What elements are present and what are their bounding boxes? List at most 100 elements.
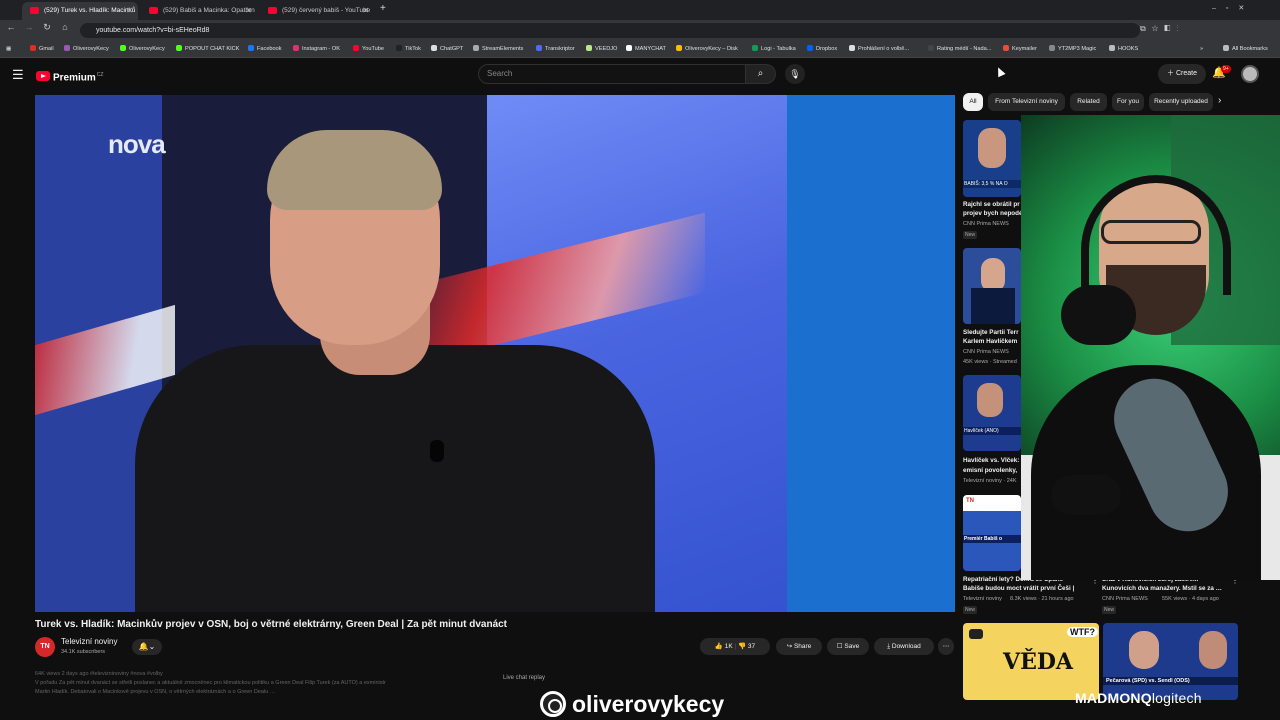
bookmark-youtube[interactable]: YouTube [353, 41, 384, 58]
close-tab-icon[interactable]: ✕ [126, 2, 133, 20]
related-title[interactable]: Rajchl se obrátil pr [963, 200, 1021, 209]
bookmark-rating[interactable]: Rating médií - Nada... [928, 41, 991, 58]
bookmark-oliverovykecy[interactable]: OliverovyKecy [64, 41, 109, 58]
video-player[interactable]: nova [35, 95, 955, 612]
subscription-bell-button[interactable]: 🔔⌄ [132, 639, 162, 655]
related-title[interactable]: Kunovicích dva manažery. Mstil se za … [1102, 584, 1228, 593]
bell-icon: 🔔 [138, 642, 149, 651]
reload-icon[interactable]: ↻ [40, 22, 54, 33]
hamburger-menu-icon[interactable]: ☰ [12, 67, 24, 83]
all-bookmarks[interactable]: All Bookmarks [1223, 41, 1268, 58]
save-button[interactable]: ☐ Save [827, 638, 869, 655]
related-channel[interactable]: CNN Prima NEWS [963, 349, 1021, 355]
search-input[interactable]: Search [478, 64, 746, 84]
bookmark-keymailer[interactable]: Keymailer [1003, 41, 1037, 58]
related-title[interactable]: Sledujte Partii Terr [963, 328, 1021, 337]
forward-icon[interactable]: → [22, 22, 36, 32]
bookmark-manychat[interactable]: MANYCHAT [626, 41, 666, 58]
chip-related[interactable]: Related [1070, 93, 1107, 111]
folder-icon [1223, 45, 1229, 51]
related-thumbnail[interactable]: Pečarová (SPD) vs. Sendl (ODS) [1103, 623, 1238, 700]
bookmark-transkriptor[interactable]: Transkriptor [536, 41, 575, 58]
bookmark-gmail[interactable]: Gmail [30, 41, 54, 58]
like-button[interactable]: 👍 1K [715, 643, 733, 650]
apps-icon[interactable]: ▦ [6, 41, 11, 58]
related-thumbnail[interactable]: VĚDA WTF? [963, 623, 1099, 700]
back-icon[interactable]: ← [4, 22, 18, 32]
close-tab-icon[interactable]: ✕ [245, 2, 252, 20]
bookmark-prohlaseni[interactable]: Prohlášení o volbě... [849, 41, 909, 58]
youtube-premium-logo[interactable]: PremiumCZ [36, 68, 104, 83]
user-avatar[interactable] [1241, 65, 1259, 83]
youtube-play-icon [36, 71, 50, 82]
related-title[interactable]: Babiše budou moct vrátit první Češi | [963, 584, 1089, 593]
google-drive-icon [676, 45, 682, 51]
bookmark-oliverovykecy-2[interactable]: OliverovyKecy [120, 41, 165, 58]
tab-label: (529) Turek vs. Hladík: Macinků [44, 7, 136, 14]
bookmark-tiktok[interactable]: TikTok [396, 41, 421, 58]
bookmark-streamelements[interactable]: StreamElements [473, 41, 523, 58]
chip-all[interactable]: All [963, 93, 983, 111]
more-bookmarks-icon[interactable]: » [1200, 41, 1203, 58]
chip-for-you[interactable]: For you [1112, 93, 1144, 111]
stream-watermark: oliverovykecy [540, 689, 724, 719]
bookmark-popout-chat[interactable]: POPOUT CHAT KICK [176, 41, 239, 58]
download-button[interactable]: ⤓ Download [874, 638, 934, 655]
voice-search-button[interactable]: 🎙 [785, 64, 805, 84]
extension-icons[interactable]: ⧉☆◧⋮ [1140, 24, 1184, 34]
related-thumbnail[interactable]: BABIŠ: 3,5 % NA O [963, 120, 1021, 197]
create-button[interactable]: ＋ Create [1158, 64, 1206, 84]
video-description[interactable]: 64K views 2 days ago #televizninoviny #n… [35, 670, 505, 720]
related-meta: 55K views · 4 days ago [1162, 596, 1219, 602]
person-thumbnail [1199, 631, 1227, 669]
thumbs-down-icon: 👎 [738, 643, 748, 650]
related-title[interactable]: emisní povolenky, [963, 466, 1021, 475]
country-code: CZ [96, 72, 104, 78]
bookmark-dropbox[interactable]: Dropbox [807, 41, 837, 58]
related-title[interactable]: Havlíček vs. Vlček: [963, 456, 1021, 465]
related-title[interactable]: projev bych nepodé [963, 209, 1021, 218]
related-channel[interactable]: Televizní noviny [963, 596, 1011, 602]
chevron-right-icon[interactable]: › [1218, 95, 1221, 106]
bookmark-yt2mp3[interactable]: YT2MP3 Magic [1049, 41, 1096, 58]
chip-recently-uploaded[interactable]: Recently uploaded [1149, 93, 1213, 111]
bookmark-drive[interactable]: OliverovyKecy – Disk [676, 41, 738, 58]
bookmark-facebook[interactable]: Facebook [248, 41, 282, 58]
share-label: Share [793, 643, 812, 650]
browser-tab-2[interactable]: (529) Babiš a Macinka: Opatřen ✕ [141, 2, 257, 20]
window-controls[interactable]: –▫✕ [1212, 4, 1254, 12]
related-thumbnail[interactable]: Havlíček (ANO) [963, 375, 1021, 451]
bookmark-chatgpt[interactable]: ChatGPT [431, 41, 463, 58]
thumbnail-caption: VĚDA [1003, 649, 1073, 675]
related-thumbnail[interactable] [963, 248, 1021, 324]
share-icon: ↪ [786, 643, 794, 650]
share-button[interactable]: ↪ Share [776, 638, 822, 655]
search-button[interactable]: ⌕ [746, 64, 776, 84]
bookmark-hooks[interactable]: HOOKS [1109, 41, 1138, 58]
thumbnail-caption: BABIŠ: 3,5 % NA O [963, 180, 1021, 188]
browser-tab-1[interactable]: (529) Turek vs. Hladík: Macinků ✕ [22, 2, 138, 20]
channel-avatar[interactable]: TN [35, 637, 55, 657]
chip-from-channel[interactable]: From Televizní noviny [988, 93, 1065, 111]
home-icon[interactable]: ⌂ [58, 22, 72, 32]
bookmarks-bar: ▦ Gmail OliverovyKecy OliverovyKecy POPO… [0, 41, 1280, 58]
related-channel[interactable]: Televizní noviny · 24K [963, 478, 1021, 484]
dislike-button[interactable]: 👎 37 [738, 643, 755, 650]
tab-label: (529) červený babiš - YouTube [282, 7, 371, 14]
url-field[interactable]: youtube.com/watch?v=bi-sEHeoRd8 [80, 23, 1140, 38]
related-title[interactable]: Karlem Havlíčkem [963, 337, 1021, 346]
bookmark-logi[interactable]: Logi - Tabulka [752, 41, 796, 58]
more-actions-icon[interactable]: ⋯ [938, 638, 954, 655]
bookmark-instagram[interactable]: Instagram - OK [293, 41, 340, 58]
chatgpt-icon [431, 45, 437, 51]
browser-tab-3[interactable]: (529) červený babiš - YouTube ✕ [260, 2, 374, 20]
youtube-favicon-icon [30, 7, 39, 14]
close-tab-icon[interactable]: ✕ [362, 2, 369, 20]
related-thumbnail[interactable]: TN Premiér Babiš o [963, 495, 1021, 571]
live-chat-replay[interactable]: Live chat replay [503, 675, 545, 681]
related-channel[interactable]: CNN Prima NEWS [963, 221, 1021, 227]
new-tab-button[interactable]: + [380, 3, 386, 14]
channel-name[interactable]: Televizní noviny [61, 637, 117, 646]
related-channel[interactable]: CNN Prima NEWS [1102, 596, 1152, 602]
bookmark-veedjo[interactable]: VEEDJO [586, 41, 617, 58]
